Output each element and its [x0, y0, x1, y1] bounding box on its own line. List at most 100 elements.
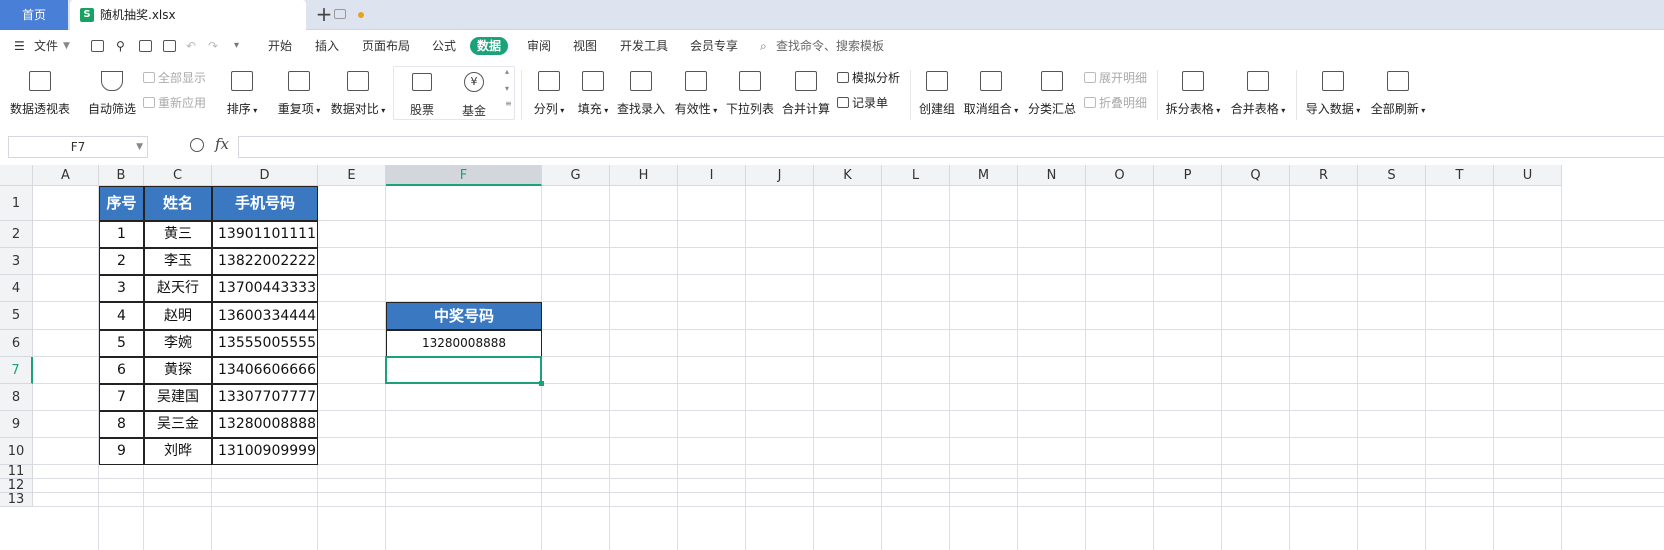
column-header-p[interactable]: P [1154, 165, 1222, 186]
split-column-button[interactable]: 分列 ▾ [528, 67, 570, 121]
expand-detail-button[interactable]: 展开明细 [1084, 69, 1147, 87]
table-cell[interactable]: 13700443333 [212, 275, 318, 302]
undo-icon[interactable]: ↶ [186, 31, 196, 61]
row-header-11[interactable]: 11 [0, 465, 33, 479]
column-header-t[interactable]: T [1426, 165, 1494, 186]
table-cell[interactable]: 1 [99, 221, 144, 248]
menu-item-start[interactable]: 开始 [268, 31, 292, 61]
print-preview-icon[interactable] [163, 40, 176, 52]
quick-access-more-icon[interactable]: ▾ [234, 31, 239, 61]
column-header-a[interactable]: A [33, 165, 99, 186]
table-header-cell[interactable]: 姓名 [144, 186, 212, 221]
monitor-icon[interactable] [334, 9, 346, 19]
column-header-o[interactable]: O [1086, 165, 1154, 186]
table-cell[interactable]: 李婉 [144, 330, 212, 357]
save-icon[interactable] [91, 40, 104, 52]
chevron-down-icon[interactable]: ▼ [136, 137, 143, 157]
menu-item-review[interactable]: 审阅 [527, 31, 551, 61]
table-cell[interactable]: 赵明 [144, 302, 212, 330]
chevron-down-icon[interactable]: ▼ [63, 31, 70, 61]
lookup-entry-button[interactable]: 查找录入 [615, 67, 667, 121]
gallery-expand-icon[interactable]: ≡ [505, 98, 512, 116]
row-header-1[interactable]: 1 [0, 186, 33, 221]
pivot-table-button[interactable]: 数据透视表 [6, 67, 74, 121]
column-header-g[interactable]: G [542, 165, 610, 186]
hamburger-icon[interactable]: ☰ [14, 31, 25, 61]
column-header-c[interactable]: C [144, 165, 212, 186]
format-painter-icon[interactable]: ⚲ [116, 31, 125, 61]
row-header-6[interactable]: 6 [0, 330, 33, 357]
table-cell[interactable]: 8 [99, 411, 144, 438]
split-table-button[interactable]: 拆分表格 ▾ [1164, 67, 1222, 121]
subtotal-button[interactable]: 分类汇总 [1026, 67, 1078, 121]
row-header-12[interactable]: 12 [0, 479, 33, 493]
table-cell[interactable]: 13600334444 [212, 302, 318, 330]
menu-item-developer[interactable]: 开发工具 [620, 31, 668, 61]
refresh-all-button[interactable]: 全部刷新 ▾ [1368, 67, 1428, 121]
table-cell[interactable]: 13901101111 [212, 221, 318, 248]
menu-item-insert[interactable]: 插入 [315, 31, 339, 61]
row-header-13[interactable]: 13 [0, 493, 33, 507]
row-header-9[interactable]: 9 [0, 411, 33, 438]
table-cell[interactable]: 2 [99, 248, 144, 275]
select-all-corner[interactable] [0, 165, 33, 186]
column-header-q[interactable]: Q [1222, 165, 1290, 186]
column-header-s[interactable]: S [1358, 165, 1426, 186]
spreadsheet-grid[interactable]: A B C D E F G H I J K L M N O P Q R S T U 1 2 3 4 5 6 7 8 9 10 11 12 13 序号… [0, 165, 1664, 550]
ungroup-button[interactable]: 取消组合 ▾ [963, 67, 1019, 121]
column-header-e[interactable]: E [318, 165, 386, 186]
fill-button[interactable]: 填充 ▾ [574, 67, 612, 121]
column-header-r[interactable]: R [1290, 165, 1358, 186]
table-cell[interactable]: 4 [99, 302, 144, 330]
funds-button[interactable]: ¥ 基金 [446, 71, 502, 119]
gallery-scroll-up-icon[interactable]: ▴ [505, 66, 509, 84]
menu-item-data[interactable]: 数据 [470, 37, 509, 55]
column-header-h[interactable]: H [610, 165, 678, 186]
column-header-d[interactable]: D [212, 165, 318, 186]
table-cell[interactable]: 刘晔 [144, 438, 212, 465]
redo-icon[interactable]: ↷ [208, 31, 218, 61]
table-cell[interactable]: 9 [99, 438, 144, 465]
menu-item-page-layout[interactable]: 页面布局 [362, 31, 410, 61]
table-cell[interactable]: 13307707777 [212, 384, 318, 411]
table-cell[interactable]: 吴建国 [144, 384, 212, 411]
menu-item-member[interactable]: 会员专享 [690, 31, 738, 61]
table-cell[interactable]: 黄三 [144, 221, 212, 248]
row-header-3[interactable]: 3 [0, 248, 33, 275]
column-header-f[interactable]: F [386, 165, 542, 186]
formula-input[interactable] [238, 136, 1664, 158]
merge-table-button[interactable]: 合并表格 ▾ [1228, 67, 1288, 121]
autofilter-button[interactable]: 自动筛选 [84, 67, 140, 121]
dropdown-list-button[interactable]: 下拉列表 [724, 67, 776, 121]
print-icon[interactable] [139, 40, 152, 52]
row-header-10[interactable]: 10 [0, 438, 33, 465]
column-header-j[interactable]: J [746, 165, 814, 186]
home-tab[interactable]: 首页 [0, 0, 68, 30]
table-cell[interactable]: 6 [99, 357, 144, 384]
import-data-button[interactable]: 导入数据 ▾ [1303, 67, 1363, 121]
validity-button[interactable]: 有效性 ▾ [671, 67, 721, 121]
reapply-button[interactable]: 重新应用 [143, 94, 206, 112]
selected-cell-f7[interactable] [385, 356, 544, 386]
row-header-8[interactable]: 8 [0, 384, 33, 411]
zoom-icon[interactable] [190, 138, 204, 152]
new-tab-plus-icon[interactable]: + [313, 0, 335, 30]
fill-handle[interactable] [539, 381, 544, 386]
table-cell[interactable]: 黄探 [144, 357, 212, 384]
duplicates-button[interactable]: 重复项 ▾ [275, 67, 323, 121]
name-box[interactable]: F7 ▼ [8, 136, 148, 158]
sort-button[interactable]: 排序 ▾ [222, 67, 262, 121]
table-cell[interactable]: 13822002222 [212, 248, 318, 275]
simulate-analysis-button[interactable]: 模拟分析 [837, 69, 900, 87]
menu-item-formula[interactable]: 公式 [432, 31, 456, 61]
row-header-2[interactable]: 2 [0, 221, 33, 248]
table-header-cell[interactable]: 手机号码 [212, 186, 318, 221]
data-compare-button[interactable]: 数据对比 ▾ [330, 67, 386, 121]
column-header-i[interactable]: I [678, 165, 746, 186]
table-cell[interactable]: 7 [99, 384, 144, 411]
collapse-detail-button[interactable]: 折叠明细 [1084, 94, 1147, 112]
winner-value-cell[interactable]: 13280008888 [386, 330, 542, 357]
fx-icon[interactable]: fx [215, 135, 229, 153]
table-cell[interactable]: 13555005555 [212, 330, 318, 357]
column-header-b[interactable]: B [99, 165, 144, 186]
